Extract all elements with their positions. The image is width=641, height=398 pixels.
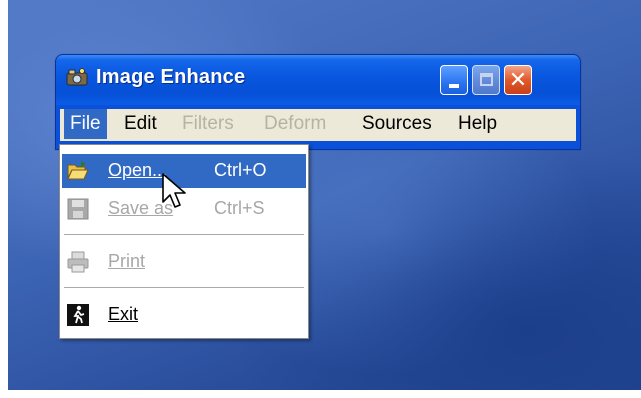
- printer-icon: [67, 251, 89, 273]
- minimize-icon: [449, 84, 459, 88]
- menu-separator: [64, 234, 304, 236]
- window-title: Image Enhance: [96, 66, 246, 88]
- exit-door-icon: [67, 304, 89, 326]
- floppy-disk-icon: [67, 198, 89, 220]
- open-label: Open...: [108, 160, 168, 180]
- exit-label: Exit: [108, 304, 139, 324]
- menu-separator: [64, 287, 304, 289]
- menu-sources[interactable]: Sources: [356, 109, 438, 139]
- close-icon: ✕: [508, 67, 528, 92]
- save-as-shortcut: Ctrl+S: [214, 198, 265, 218]
- menu-filters[interactable]: Filters: [176, 109, 240, 139]
- print-label: Print: [108, 251, 146, 271]
- app-camera-icon: [66, 68, 88, 86]
- menu-edit[interactable]: Edit: [118, 109, 163, 139]
- menu-item-exit[interactable]: Exit: [62, 298, 306, 332]
- menu-deform[interactable]: Deform: [258, 109, 332, 139]
- menu-bar: File Edit Filters Deform Sources Help: [60, 109, 576, 141]
- menu-item-print[interactable]: Print: [62, 245, 306, 279]
- minimize-button[interactable]: [440, 65, 468, 95]
- menu-help[interactable]: Help: [452, 109, 503, 139]
- close-button[interactable]: ✕: [504, 65, 532, 95]
- menu-file[interactable]: File: [64, 109, 107, 139]
- open-folder-icon: [67, 161, 89, 180]
- open-shortcut: Ctrl+O: [214, 160, 267, 180]
- maximize-icon: [480, 73, 493, 86]
- app-window: Image Enhance ✕ File Edit Filters Deform…: [55, 54, 581, 150]
- title-bar[interactable]: Image Enhance ✕: [56, 55, 580, 105]
- maximize-button[interactable]: [472, 65, 500, 95]
- mouse-pointer-icon: [162, 173, 186, 208]
